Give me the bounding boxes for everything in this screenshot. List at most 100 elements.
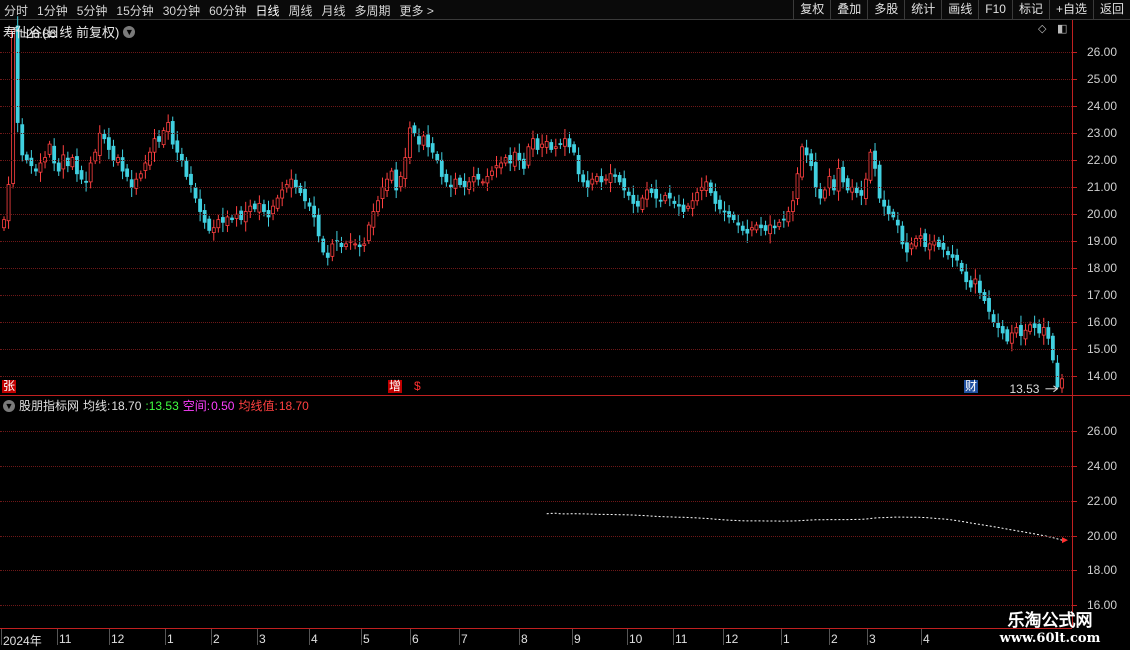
tool-button[interactable]: 画线: [941, 0, 978, 20]
candle-body: [1032, 323, 1037, 328]
axis-tick-mark: [1072, 79, 1077, 81]
candle-body: [216, 219, 221, 229]
date-tick-line: [109, 629, 110, 645]
candle-body: [677, 204, 681, 207]
watermark-url: www.60lt.com: [999, 631, 1101, 646]
marker-cai[interactable]: 财: [964, 380, 979, 393]
axis-tick-mark: [1072, 268, 1077, 270]
date-tick-line: [519, 629, 520, 645]
tool-button[interactable]: +自选: [1048, 0, 1093, 20]
candle-body: [380, 186, 385, 199]
candle-body: [293, 179, 298, 188]
tool-button[interactable]: 返回: [1092, 0, 1130, 20]
candlestick-panel[interactable]: 26.86 13.53: [0, 16, 1072, 396]
candle-body: [75, 156, 79, 175]
period-tab[interactable]: 月线: [322, 2, 346, 19]
tool-button[interactable]: 标记: [1011, 0, 1049, 20]
candle-body: [964, 271, 969, 283]
candle-body: [330, 243, 335, 257]
gridline: [0, 268, 1072, 270]
candle-body: [344, 243, 348, 248]
gridline: [0, 500, 1072, 502]
tool-button[interactable]: 复权: [793, 0, 830, 20]
chevron-down-icon[interactable]: ▼: [3, 399, 15, 412]
candle-body: [499, 162, 503, 169]
tool-button[interactable]: F10: [978, 0, 1012, 20]
candle-body: [97, 132, 102, 156]
candle-body: [859, 190, 864, 196]
candle-body: [1005, 329, 1010, 342]
candle-body: [745, 228, 750, 234]
candle-body: [576, 155, 581, 175]
candle-body: [749, 227, 754, 231]
candle-body: [1023, 329, 1028, 340]
date-tick-line: [921, 629, 922, 645]
chevron-down-icon[interactable]: ▼: [123, 25, 136, 38]
candle-body: [604, 178, 608, 181]
period-tab[interactable]: 多周期: [355, 2, 391, 19]
period-tab[interactable]: 1分钟: [37, 2, 68, 19]
candle-body: [157, 136, 161, 142]
gridline: [0, 214, 1072, 216]
indicator-name[interactable]: 股朋指标网: [19, 397, 79, 414]
date-tick-line: [257, 629, 258, 645]
candle-body: [982, 292, 987, 301]
candle-body: [426, 134, 431, 148]
date-axis[interactable]: 2024年 11 12 1 2 3 4 5 6 7 8 9 10 11 12 1 2 3 4: [0, 629, 1072, 650]
period-tab[interactable]: 5分钟: [77, 2, 108, 19]
marker-dollar[interactable]: $: [413, 380, 422, 393]
candle-body: [225, 216, 230, 226]
period-tab[interactable]: 更多 >: [400, 2, 434, 19]
period-tab[interactable]: 60分钟: [209, 2, 246, 19]
candle-body: [252, 203, 257, 210]
candle-body: [1046, 327, 1051, 339]
axis-tick-mark: [1072, 106, 1077, 108]
date-tick: 9: [574, 632, 581, 646]
candle-body: [599, 176, 604, 183]
axis-tick-mark: [1072, 349, 1077, 351]
candle-body: [148, 151, 152, 166]
candle-body: [645, 189, 649, 200]
candle-body: [280, 189, 285, 199]
candle-body: [640, 197, 645, 210]
date-tick: 3: [259, 632, 266, 646]
candle-body: [868, 151, 873, 181]
date-tick-line: [361, 629, 362, 645]
period-tab[interactable]: 日线: [255, 2, 279, 19]
marker-zeng[interactable]: 增: [388, 380, 403, 393]
candle-body: [129, 179, 134, 188]
window-toggle-icon[interactable]: ◧: [1057, 22, 1067, 35]
candle-body: [941, 242, 946, 250]
candle-body: [946, 251, 950, 256]
period-tab[interactable]: 周线: [288, 2, 312, 19]
tool-button[interactable]: 叠加: [830, 0, 867, 20]
tool-button[interactable]: 多股: [867, 0, 904, 20]
marker-zhang[interactable]: 张: [2, 380, 17, 393]
date-tick: 8: [521, 632, 528, 646]
price-tick: 25.00: [1087, 72, 1118, 87]
date-tick-line: [459, 629, 460, 645]
period-tab[interactable]: 30分钟: [163, 2, 200, 19]
period-tab[interactable]: 分时: [4, 2, 28, 19]
period-tab[interactable]: 15分钟: [116, 2, 153, 19]
indicator-tick: 24.00: [1087, 458, 1118, 473]
gridline: [0, 605, 1072, 607]
date-tick: 1: [783, 632, 790, 646]
diamond-icon[interactable]: ◇: [1038, 22, 1046, 35]
candle-body: [996, 322, 1001, 328]
indicator-panel[interactable]: [0, 396, 1072, 628]
tool-button[interactable]: 统计: [904, 0, 941, 20]
candle-body: [973, 278, 978, 285]
candle-body: [658, 199, 663, 202]
candle-body: [257, 203, 262, 213]
candle-body: [563, 138, 567, 147]
candle-body: [307, 202, 312, 207]
candle-body: [672, 200, 677, 204]
indicator-title: ▼ 股朋指标网 均线: 18.70 :13.53 空间: 0.50 均线值: 1…: [3, 397, 313, 414]
candle-body: [955, 254, 960, 261]
candle-body: [202, 210, 207, 223]
date-tick-line: [867, 629, 868, 645]
candle-body: [512, 151, 517, 167]
candle-body: [877, 164, 882, 199]
date-tick: 4: [923, 632, 930, 646]
